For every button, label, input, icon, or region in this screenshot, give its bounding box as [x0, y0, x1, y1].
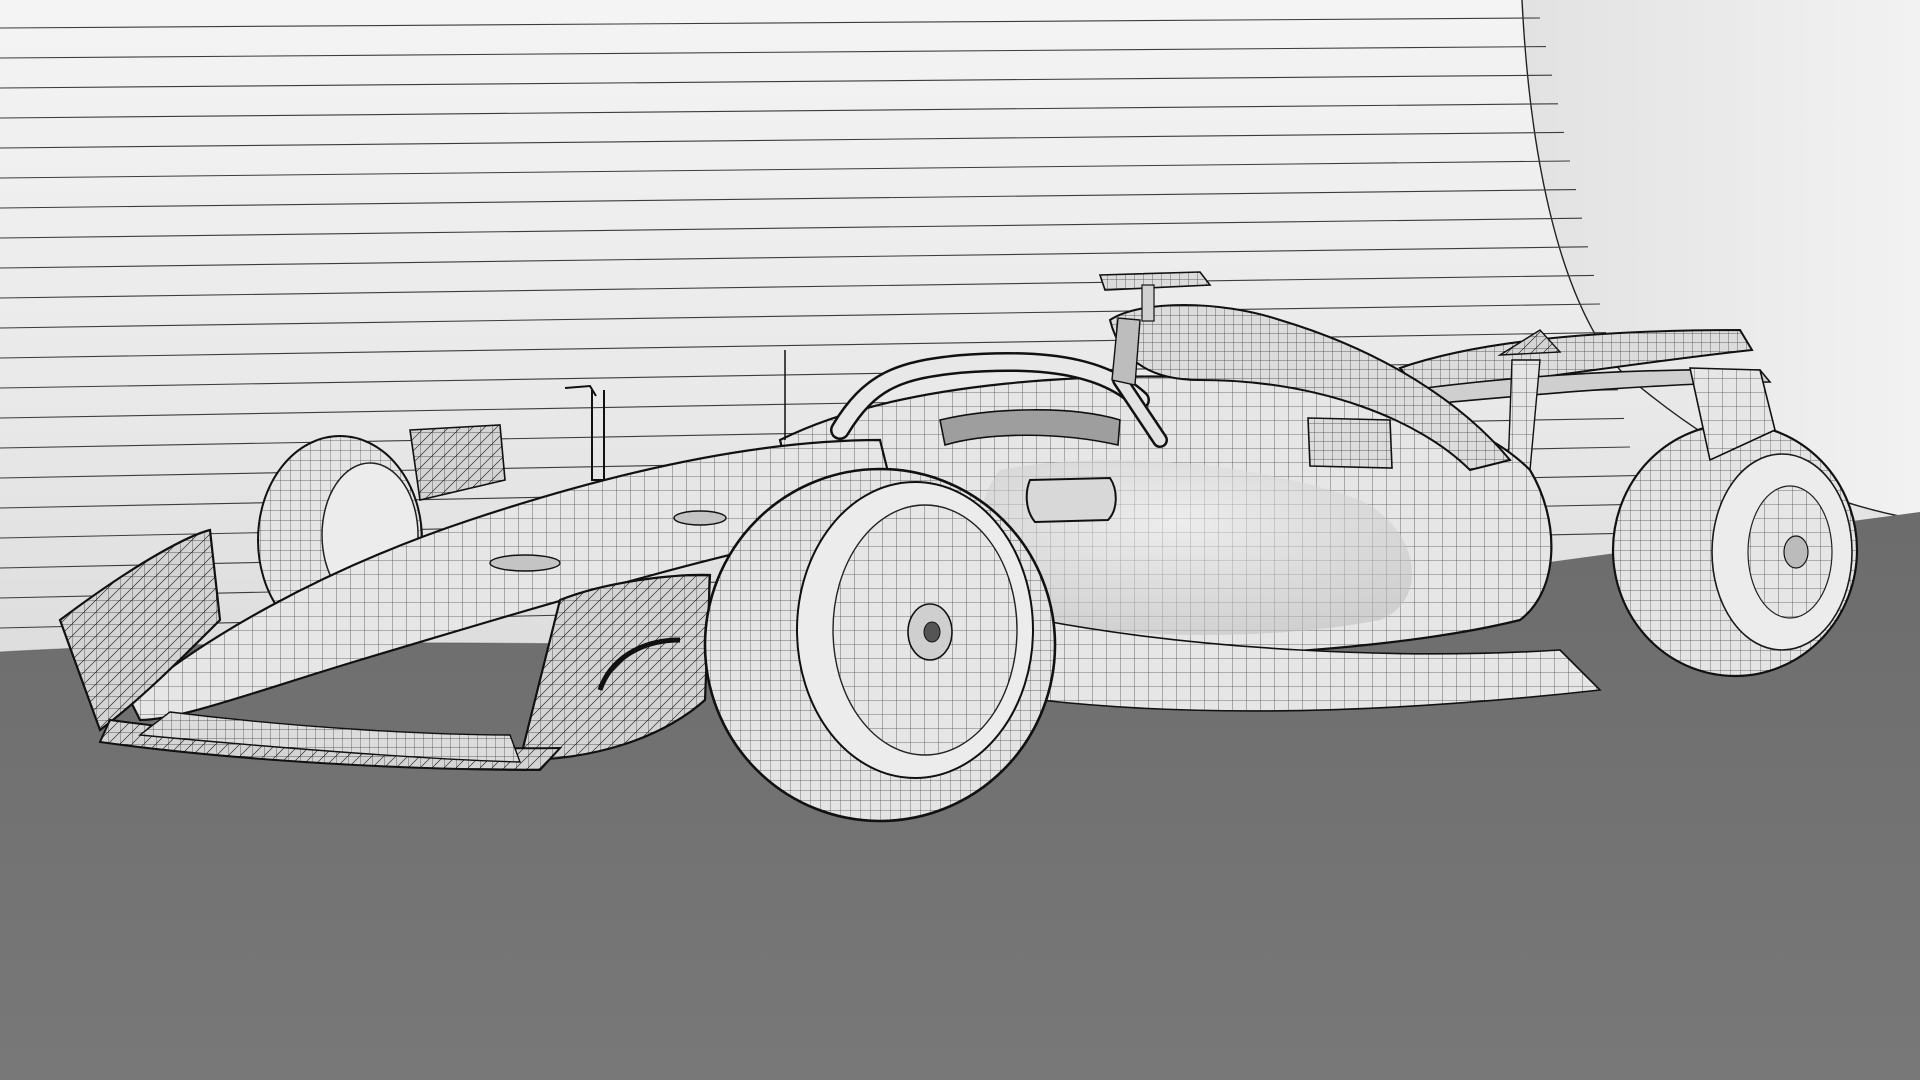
rear-right-wheel	[1611, 422, 1859, 678]
front-right-wheel	[703, 467, 1057, 823]
wireframe-render-scene: // draw backdrop stripes (decorative, ge…	[0, 0, 1920, 1080]
